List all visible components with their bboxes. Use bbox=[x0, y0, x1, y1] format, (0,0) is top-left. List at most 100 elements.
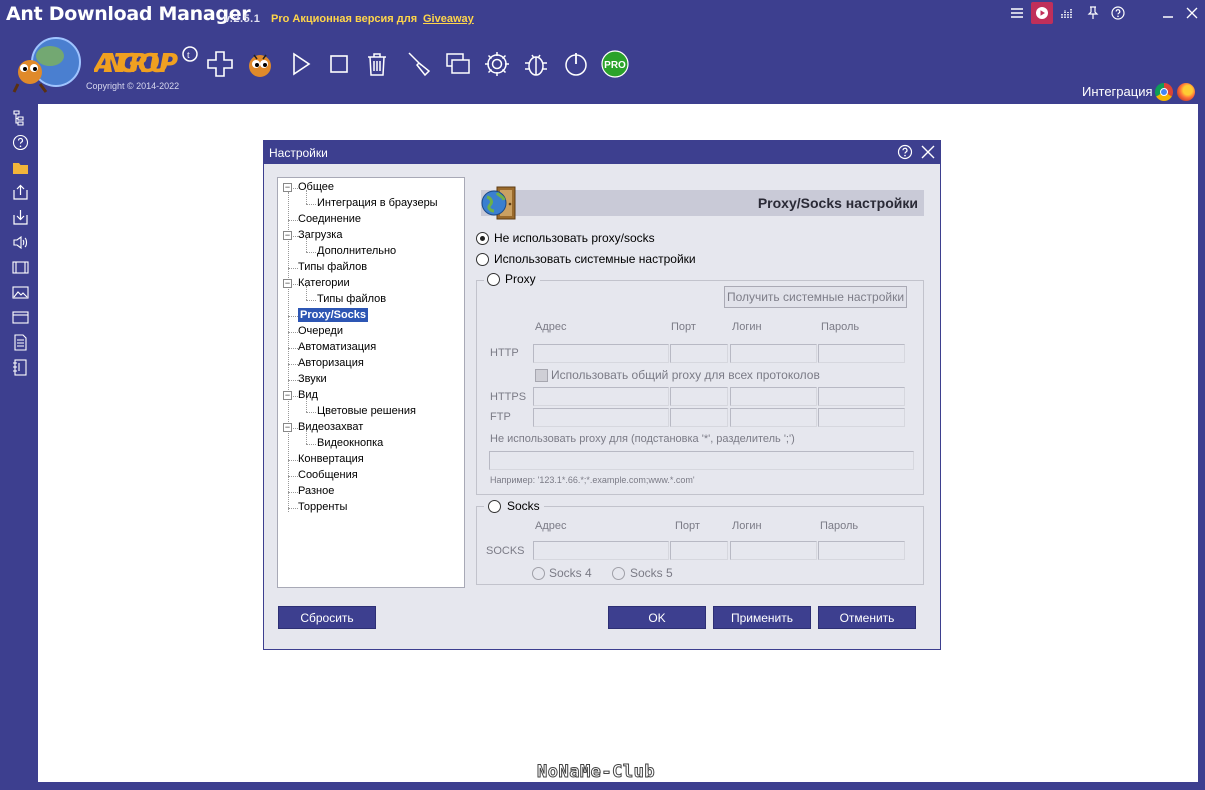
use-common-proxy-checkbox[interactable] bbox=[535, 369, 548, 382]
tree-item-15[interactable]: Видеозахват bbox=[298, 420, 363, 434]
tree-item-9[interactable]: Очереди bbox=[298, 324, 343, 338]
power-icon[interactable] bbox=[560, 48, 592, 80]
http-label: HTTP bbox=[490, 347, 519, 359]
tree-item-20[interactable]: Торренты bbox=[298, 500, 347, 514]
proxy-radio[interactable] bbox=[487, 273, 500, 286]
integration-label[interactable]: Интеграция bbox=[1082, 84, 1153, 99]
tree-item-18[interactable]: Сообщения bbox=[298, 468, 358, 482]
folder-icon[interactable] bbox=[11, 158, 29, 176]
add-icon[interactable] bbox=[204, 48, 236, 80]
window-icon[interactable] bbox=[11, 308, 29, 326]
download-icon[interactable] bbox=[11, 208, 29, 226]
archive-icon[interactable] bbox=[11, 358, 29, 376]
https-address-field[interactable] bbox=[533, 387, 669, 406]
ant-icon[interactable] bbox=[244, 48, 276, 80]
tree-item-4[interactable]: Дополнительно bbox=[317, 244, 396, 258]
tree-expander[interactable]: − bbox=[283, 279, 292, 288]
tree-item-8[interactable]: Proxy/Socks bbox=[298, 308, 369, 322]
tree-expander[interactable]: − bbox=[283, 183, 292, 192]
https-password-field[interactable] bbox=[818, 387, 905, 406]
tree-item-10[interactable]: Автоматизация bbox=[298, 340, 376, 354]
tree-item-1[interactable]: Интеграция в браузеры bbox=[317, 196, 438, 210]
tree-item-7[interactable]: Типы файлов bbox=[317, 292, 386, 306]
tree-item-17[interactable]: Конвертация bbox=[298, 452, 364, 466]
close-icon[interactable] bbox=[1181, 2, 1203, 24]
no-proxy-radio[interactable] bbox=[476, 232, 489, 245]
socks-col-port: Порт bbox=[675, 520, 700, 532]
tree-icon[interactable] bbox=[11, 108, 29, 126]
media-play-icon[interactable] bbox=[1031, 2, 1053, 24]
bug-icon[interactable] bbox=[520, 48, 552, 80]
apply-button[interactable]: Применить bbox=[713, 606, 811, 629]
tree-item-3[interactable]: Загрузка bbox=[298, 228, 342, 242]
menu-icon[interactable] bbox=[1006, 2, 1028, 24]
dialog-close-icon[interactable] bbox=[920, 144, 936, 160]
ftp-port-field[interactable] bbox=[670, 408, 728, 427]
system-settings-radio[interactable] bbox=[476, 253, 489, 266]
tree-item-14[interactable]: Цветовые решения bbox=[317, 404, 416, 418]
http-login-field[interactable] bbox=[730, 344, 817, 363]
ftp-address-field[interactable] bbox=[533, 408, 669, 427]
https-login-field[interactable] bbox=[730, 387, 817, 406]
tree-item-2[interactable]: Соединение bbox=[298, 212, 361, 226]
document-icon[interactable] bbox=[11, 333, 29, 351]
tree-item-5[interactable]: Типы файлов bbox=[298, 260, 367, 274]
sweep-icon[interactable] bbox=[403, 48, 435, 80]
upload-icon[interactable] bbox=[11, 183, 29, 201]
stop-icon[interactable] bbox=[323, 48, 355, 80]
chrome-icon[interactable] bbox=[1155, 83, 1173, 101]
settings-tree[interactable]: − Общее Интеграция в браузеры Соединение − За… bbox=[277, 177, 465, 588]
stats-icon[interactable] bbox=[1056, 2, 1078, 24]
http-address-field[interactable] bbox=[533, 344, 669, 363]
tree-trunk bbox=[288, 192, 289, 512]
giveaway-link[interactable]: Giveaway bbox=[423, 13, 474, 25]
pin-icon[interactable] bbox=[1082, 2, 1104, 24]
gear-icon[interactable] bbox=[481, 48, 513, 80]
ok-button[interactable]: OK bbox=[608, 606, 706, 629]
socks-password-field[interactable] bbox=[818, 541, 905, 560]
socks-address-field[interactable] bbox=[533, 541, 669, 560]
get-system-settings-button[interactable]: Получить системные настройки bbox=[724, 286, 907, 308]
socks5-radio[interactable] bbox=[612, 567, 625, 580]
tree-expander[interactable]: − bbox=[283, 231, 292, 240]
bypass-field[interactable] bbox=[489, 451, 914, 470]
tree-item-16[interactable]: Видеокнопка bbox=[317, 436, 383, 450]
trash-icon[interactable] bbox=[361, 48, 393, 80]
image-icon[interactable] bbox=[11, 283, 29, 301]
pro-icon[interactable]: PRO bbox=[599, 48, 631, 80]
tree-item-11[interactable]: Авторизация bbox=[298, 356, 364, 370]
brand-logo: ANT GROUP t bbox=[92, 46, 204, 80]
socks4-radio[interactable] bbox=[532, 567, 545, 580]
http-password-field[interactable] bbox=[818, 344, 905, 363]
play-icon[interactable] bbox=[284, 48, 316, 80]
tree-expander[interactable]: − bbox=[283, 423, 292, 432]
promo-text: Pro Акционная версия для bbox=[271, 13, 418, 25]
tree-item-12[interactable]: Звуки bbox=[298, 372, 327, 386]
video-icon[interactable] bbox=[11, 258, 29, 276]
dialog-help-icon[interactable] bbox=[897, 144, 913, 160]
ftp-login-field[interactable] bbox=[730, 408, 817, 427]
socks-radio[interactable] bbox=[488, 500, 501, 513]
https-port-field[interactable] bbox=[670, 387, 728, 406]
ftp-password-field[interactable] bbox=[818, 408, 905, 427]
cancel-button[interactable]: Отменить bbox=[818, 606, 916, 629]
socks-port-field[interactable] bbox=[670, 541, 728, 560]
tree-connector bbox=[288, 476, 298, 477]
reset-button[interactable]: Сбросить bbox=[278, 606, 376, 629]
socks-col-address: Адрес bbox=[535, 520, 567, 532]
tree-item-13[interactable]: Вид bbox=[298, 388, 318, 402]
firefox-icon[interactable] bbox=[1177, 83, 1195, 101]
socks-login-field[interactable] bbox=[730, 541, 817, 560]
help-circle-icon[interactable] bbox=[11, 133, 29, 151]
audio-icon[interactable] bbox=[11, 233, 29, 251]
ftp-label: FTP bbox=[490, 411, 511, 423]
tree-item-0[interactable]: Общее bbox=[298, 180, 334, 194]
tree-connector bbox=[288, 268, 298, 269]
tree-expander[interactable]: − bbox=[283, 391, 292, 400]
title-bar: Ant Download Manager v.2.5.1 Pro Акционн… bbox=[0, 0, 1205, 32]
http-port-field[interactable] bbox=[670, 344, 728, 363]
minimize-icon[interactable] bbox=[1157, 2, 1179, 24]
help-icon[interactable] bbox=[1107, 2, 1129, 24]
windows-icon[interactable] bbox=[442, 48, 474, 80]
tree-item-19[interactable]: Разное bbox=[298, 484, 334, 498]
